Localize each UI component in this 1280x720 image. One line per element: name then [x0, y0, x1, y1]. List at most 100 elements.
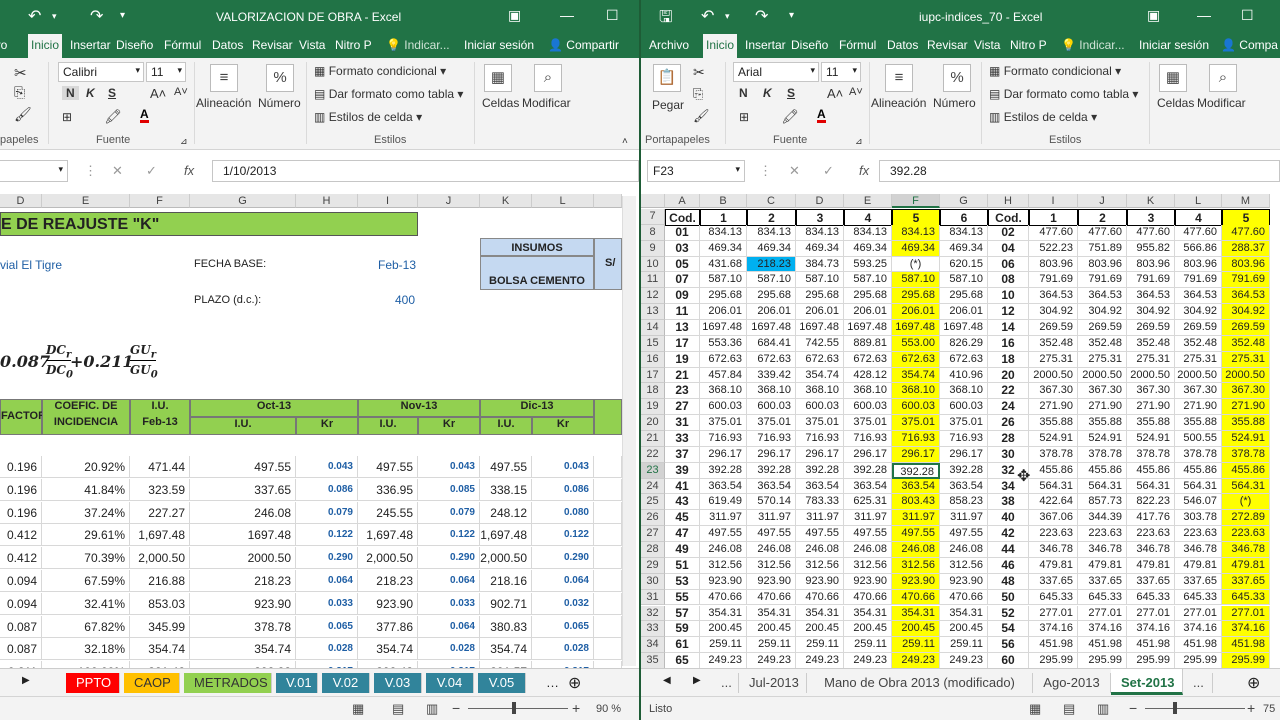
table-cell[interactable]: 375.01	[940, 415, 988, 432]
table-cell[interactable]: 354.31	[892, 605, 940, 622]
table-cell[interactable]: 337.65	[1029, 573, 1078, 590]
table-cell[interactable]: 469.34	[747, 240, 796, 257]
table-cell[interactable]: 377.86	[358, 615, 418, 638]
name-box[interactable]: F23 ▾	[647, 160, 745, 182]
zoom-slider-thumb[interactable]	[1173, 702, 1177, 714]
table-cell[interactable]: 271.90	[1029, 399, 1078, 416]
table-cell[interactable]: 04	[988, 240, 1029, 257]
undo-icon[interactable]: ↶	[701, 6, 714, 26]
search-icon[interactable]: ⌕	[1209, 64, 1237, 92]
row-header[interactable]: 32	[641, 605, 665, 622]
table-cell[interactable]: 23	[665, 383, 700, 400]
format-as-table-button[interactable]: ▤ Dar formato como tabla ▾	[989, 87, 1138, 101]
page-break-icon[interactable]: ▥	[1097, 701, 1109, 717]
table-cell[interactable]	[594, 524, 622, 547]
table-header-cell[interactable]: 4	[1175, 209, 1222, 226]
table-cell[interactable]: 497.55	[940, 526, 988, 543]
name-box[interactable]: ▾	[0, 160, 68, 182]
tab-archivo[interactable]: Archivo	[649, 38, 689, 52]
column-header[interactable]: I	[1029, 194, 1078, 208]
borders-icon[interactable]: ⊞	[62, 110, 72, 124]
table-cell[interactable]: 834.13	[700, 224, 747, 241]
table-cell[interactable]: 457.84	[700, 367, 747, 384]
table-cell[interactable]: 392.28	[747, 462, 796, 479]
table-cell[interactable]: 469.34	[700, 240, 747, 257]
table-cell[interactable]: 03	[665, 240, 700, 257]
table-cell[interactable]: 477.60	[1175, 224, 1222, 241]
redo-icon[interactable]: ↷	[755, 6, 768, 26]
table-cell[interactable]: 451.98	[1078, 637, 1127, 654]
table-cell[interactable]: 269.59	[1127, 320, 1175, 336]
table-cell[interactable]: 791.69	[1078, 272, 1127, 289]
table-cell[interactable]: 12	[988, 304, 1029, 321]
scroll-tabs-right-icon[interactable]: ▶	[12, 673, 40, 693]
undo-dropdown-icon[interactable]: ▾	[52, 11, 57, 22]
table-cell[interactable]: 564.31	[1029, 478, 1078, 495]
table-cell[interactable]: 277.01	[1029, 605, 1078, 622]
table-cell[interactable]	[594, 570, 622, 592]
table-cell[interactable]: 200.45	[700, 621, 747, 638]
maximize-icon[interactable]: ☐	[1241, 7, 1254, 24]
tab-insertar[interactable]: Insertar	[745, 38, 786, 52]
table-cell[interactable]: 20.92%	[42, 456, 130, 478]
table-cell[interactable]: 275.31	[1078, 351, 1127, 368]
normal-view-icon[interactable]: ▦	[1029, 701, 1041, 717]
table-cell[interactable]: 269.59	[1222, 320, 1270, 336]
table-cell[interactable]: 0.290	[418, 547, 480, 570]
sign-in-link[interactable]: Iniciar sesión	[464, 38, 534, 52]
table-cell[interactable]: 16	[988, 335, 1029, 352]
table-cell[interactable]: 902.71	[480, 592, 532, 615]
table-cell[interactable]: 06	[988, 256, 1029, 273]
column-header[interactable]: G	[940, 194, 988, 208]
table-cell[interactable]: 43	[665, 494, 700, 511]
table-cell[interactable]: 1697.48	[700, 320, 747, 336]
bold-button[interactable]: N	[62, 86, 79, 100]
table-cell[interactable]: 354.31	[844, 605, 892, 622]
table-cell[interactable]: 0.196	[0, 501, 42, 524]
table-cell[interactable]: 672.63	[700, 351, 747, 368]
table-cell[interactable]: 354.31	[700, 605, 747, 622]
table-cell[interactable]: 803.43	[892, 494, 940, 511]
table-cell[interactable]: 354.74	[190, 638, 296, 661]
table-cell[interactable]: 311.97	[700, 510, 747, 527]
table-cell[interactable]: 0.065	[296, 615, 358, 638]
page-layout-icon[interactable]: ▤	[392, 701, 404, 717]
underline-button[interactable]: S	[108, 86, 116, 100]
table-cell[interactable]: 352.48	[1175, 335, 1222, 352]
sheet-tab[interactable]: Set-2013	[1111, 669, 1183, 695]
table-cell[interactable]: 822.23	[1127, 494, 1175, 511]
table-cell[interactable]: 0.064	[296, 570, 358, 592]
table-cell[interactable]: 346.78	[1175, 542, 1222, 558]
table-cell[interactable]: 246.08	[190, 501, 296, 524]
sheet-tab[interactable]: Ago-2013	[1033, 673, 1111, 693]
table-cell[interactable]: 834.13	[844, 224, 892, 241]
table-cell[interactable]: 566.86	[1175, 240, 1222, 257]
table-cell[interactable]: 42	[988, 526, 1029, 543]
row-header[interactable]: 30	[641, 573, 665, 590]
table-header-cell[interactable]: Cod.	[988, 209, 1029, 226]
insert-function-icon[interactable]: fx	[184, 163, 194, 178]
row-header[interactable]: 19	[641, 399, 665, 416]
sheet-tab[interactable]: V.03	[374, 673, 422, 693]
italic-button[interactable]: K	[763, 86, 772, 100]
column-header[interactable]: A	[665, 194, 700, 208]
underline-button[interactable]: S	[787, 86, 795, 100]
tab-datos[interactable]: Datos	[887, 38, 918, 52]
column-header[interactable]: B	[700, 194, 747, 208]
table-cell[interactable]: 337.65	[1175, 573, 1222, 590]
table-cell[interactable]: 451.98	[1175, 637, 1222, 654]
table-cell[interactable]: 497.55	[358, 456, 418, 478]
column-header[interactable]: M	[1222, 194, 1270, 208]
table-cell[interactable]: 249.23	[700, 653, 747, 668]
table-cell[interactable]: 374.16	[1222, 621, 1270, 638]
table-cell[interactable]: 295.99	[1078, 653, 1127, 668]
table-cell[interactable]: 923.90	[844, 573, 892, 590]
table-cell[interactable]: 269.59	[1175, 320, 1222, 336]
select-all-corner[interactable]	[641, 194, 665, 208]
table-cell[interactable]: 477.60	[1029, 224, 1078, 241]
table-cell[interactable]: 246.08	[747, 542, 796, 558]
table-cell[interactable]: 477.60	[1127, 224, 1175, 241]
table-cell[interactable]: 645.33	[1078, 589, 1127, 606]
table-cell[interactable]: 364.53	[1078, 288, 1127, 305]
table-cell[interactable]: 354.74	[892, 367, 940, 384]
